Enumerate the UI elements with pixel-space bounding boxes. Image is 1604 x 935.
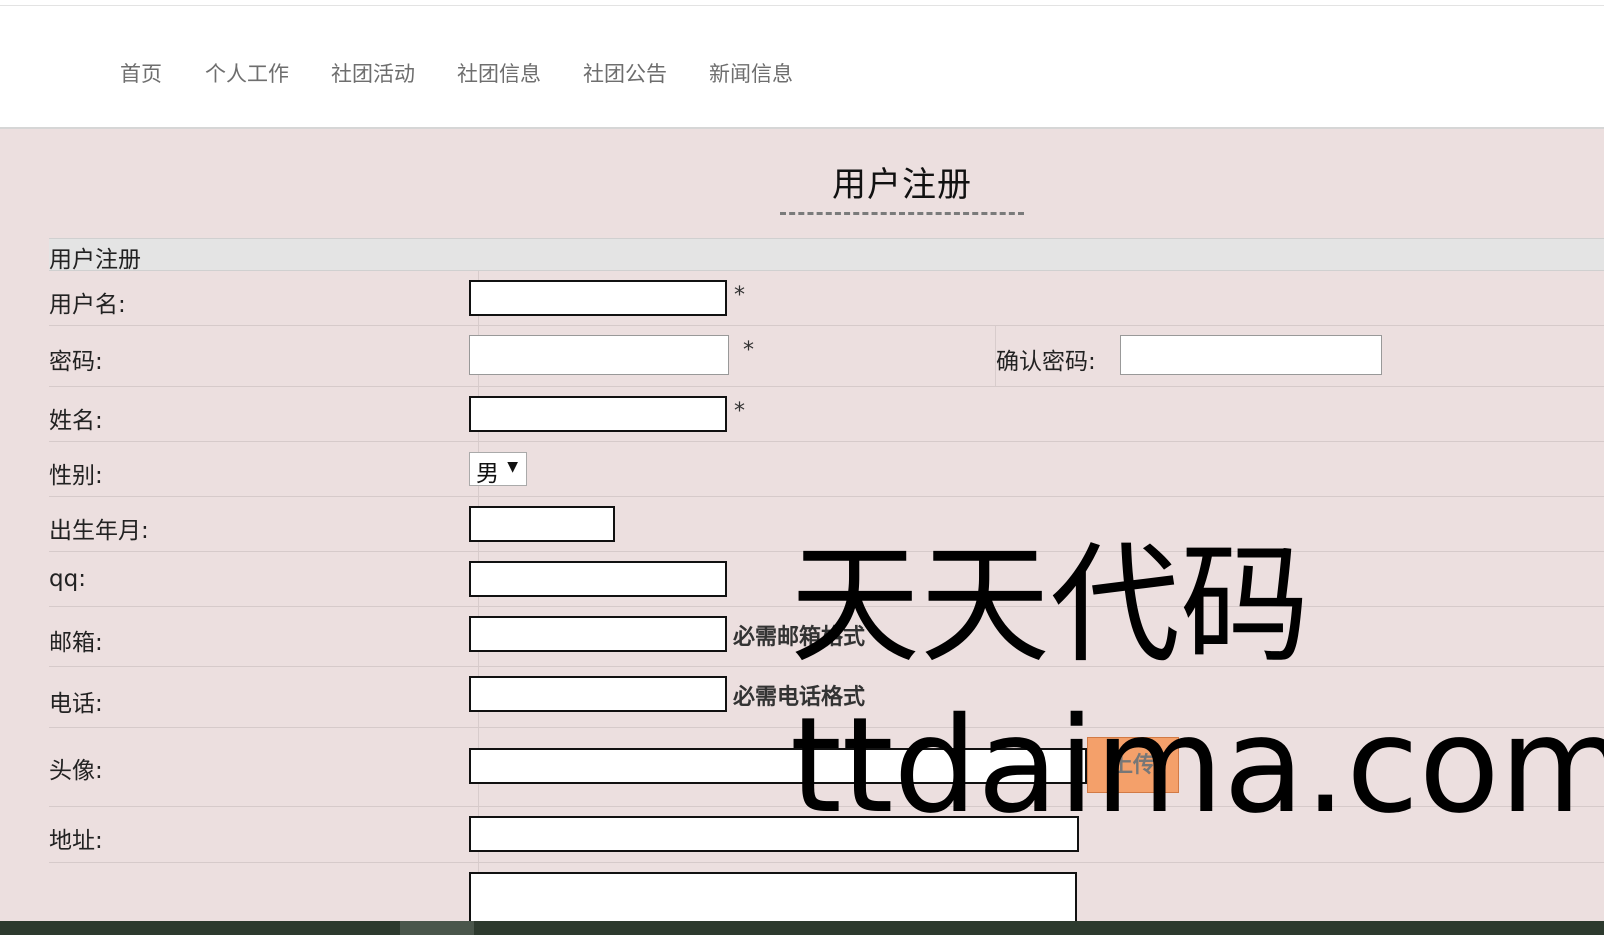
form-caption-text: 用户注册 [49, 247, 141, 273]
phone-input[interactable] [469, 676, 727, 712]
birth-label: 出生年月: [49, 518, 149, 544]
confirm-password-input[interactable] [1120, 335, 1382, 375]
gender-row: 性别: 男 ▼ [49, 442, 1604, 497]
nav-item-club-activities[interactable]: 社团活动 [331, 58, 415, 88]
address-row: 地址: [49, 807, 1604, 863]
email-row: 邮箱: 必需邮箱格式 [49, 607, 1604, 667]
form-caption: 用户注册 [49, 238, 1604, 273]
gender-select[interactable]: 男 ▼ [469, 452, 527, 487]
extra-row [49, 863, 1604, 924]
qq-label: qq: [49, 566, 86, 592]
email-format-hint: 必需邮箱格式 [733, 625, 866, 650]
name-label: 姓名: [49, 408, 103, 434]
nav-item-personal-work[interactable]: 个人工作 [205, 58, 289, 88]
qq-input[interactable] [469, 561, 727, 597]
email-label: 邮箱: [49, 630, 103, 656]
phone-format-hint: 必需电话格式 [733, 685, 866, 710]
password-label: 密码: [49, 349, 103, 375]
name-row: 姓名: * [49, 387, 1604, 442]
nav-item-club-info[interactable]: 社团信息 [457, 58, 541, 88]
name-input[interactable] [469, 396, 727, 432]
name-required-mark: * [734, 399, 745, 424]
upload-button[interactable]: 上传 [1087, 737, 1179, 793]
top-navbar: 首页 个人工作 社团活动 社团信息 社团公告 新闻信息 [0, 6, 1604, 129]
nav-item-news[interactable]: 新闻信息 [709, 58, 793, 88]
avatar-row: 头像: 上传 [49, 728, 1604, 807]
address-input[interactable] [469, 816, 1079, 852]
password-input[interactable] [469, 335, 729, 375]
username-input[interactable] [469, 280, 727, 316]
username-required-mark: * [734, 283, 745, 308]
avatar-path-input[interactable] [469, 748, 1087, 784]
nav-item-club-notices[interactable]: 社团公告 [583, 58, 667, 88]
address-label: 地址: [49, 828, 103, 854]
extra-textarea[interactable] [469, 872, 1077, 924]
main-content: 用户注册 用户注册 用户名: * 密码: * 确认密码: 姓名: * 性别: 男… [0, 129, 1604, 924]
username-row: 用户名: * [49, 271, 1604, 326]
title-underline [780, 212, 1024, 215]
birth-input[interactable] [469, 506, 615, 542]
nav-item-home[interactable]: 首页 [120, 58, 162, 88]
username-label: 用户名: [49, 292, 126, 318]
phone-label: 电话: [49, 691, 103, 717]
qq-row: qq: [49, 552, 1604, 607]
dropdown-arrow-icon: ▼ [507, 459, 518, 475]
password-row: 密码: * 确认密码: [49, 326, 1604, 387]
gender-selected-value: 男 [476, 461, 499, 487]
password-required-mark: * [743, 338, 754, 363]
birth-row: 出生年月: [49, 497, 1604, 552]
os-taskbar [0, 921, 1604, 935]
gender-label: 性别: [49, 463, 103, 489]
confirm-password-label: 确认密码: [996, 349, 1096, 375]
email-input[interactable] [469, 616, 727, 652]
taskbar-active-item[interactable] [400, 921, 474, 935]
avatar-label: 头像: [49, 758, 103, 784]
phone-row: 电话: 必需电话格式 [49, 667, 1604, 728]
page-title: 用户注册 [832, 165, 972, 205]
